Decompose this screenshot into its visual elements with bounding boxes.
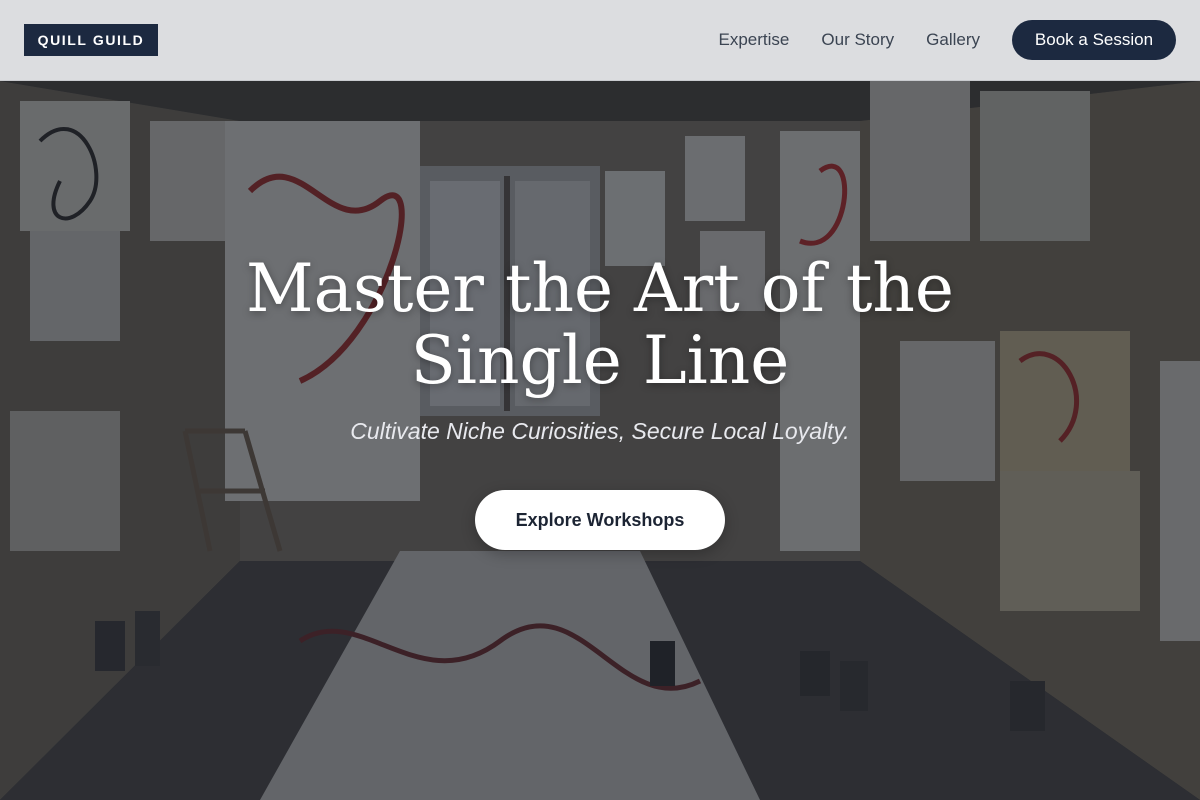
nav-link-expertise[interactable]: Expertise	[719, 30, 790, 50]
logo[interactable]: QUILL GUILD	[24, 24, 158, 56]
hero-subtitle: Cultivate Niche Curiosities, Secure Loca…	[350, 418, 850, 444]
site-header: QUILL GUILD Expertise Our Story Gallery …	[0, 0, 1200, 81]
nav-link-our-story[interactable]: Our Story	[821, 30, 894, 50]
nav-link-gallery[interactable]: Gallery	[926, 30, 980, 50]
hero-title-line-2: Single Line	[410, 322, 790, 399]
hero-title-line-1: Master the Art of the	[246, 250, 954, 327]
hero-section: Master the Art of the Single Line Cultiv…	[0, 81, 1200, 800]
hero-title: Master the Art of the Single Line	[200, 253, 1000, 397]
explore-workshops-button[interactable]: Explore Workshops	[475, 490, 725, 550]
book-session-button[interactable]: Book a Session	[1012, 20, 1176, 60]
main-nav: Expertise Our Story Gallery Book a Sessi…	[719, 20, 1176, 60]
